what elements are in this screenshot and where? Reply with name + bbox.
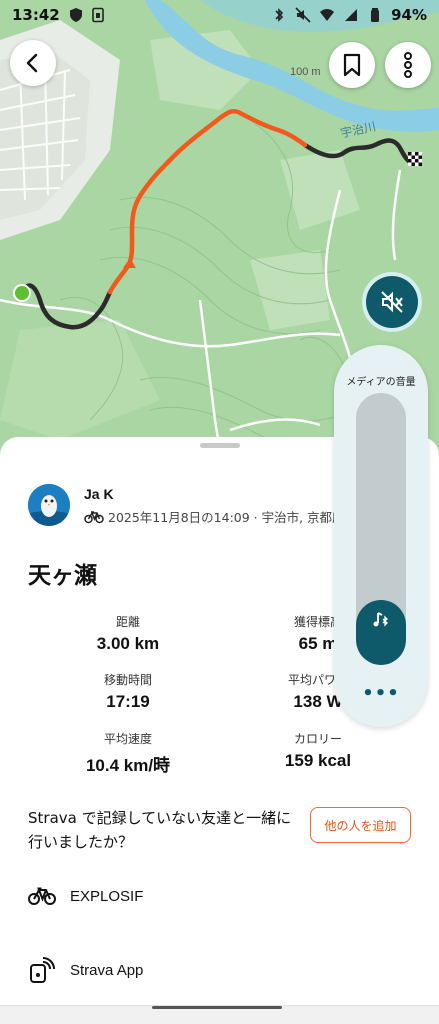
signal-icon <box>345 9 358 21</box>
stat-label: 平均速度 <box>103 732 152 746</box>
bookmark-button[interactable] <box>329 42 375 88</box>
speaker-muted-icon <box>381 291 403 313</box>
activity-title: 天ヶ瀬 <box>28 563 97 589</box>
device-row[interactable]: Strava App <box>28 955 143 985</box>
stat-label: カロリー <box>293 732 342 746</box>
athlete-name[interactable]: Ja K <box>84 486 114 502</box>
stat-value: 159 kcal <box>284 751 352 770</box>
companion-prompt: Strava で記録していない友達と一緒に行いましたか？ <box>28 809 292 851</box>
athlete-header[interactable]: Ja K 2025年11月8日の14:09 · 宇治市, 京都府 <box>28 484 348 528</box>
volume-panel-title: メディアの音量 <box>346 377 416 388</box>
stat-value: 10.4 km/時 <box>85 756 171 775</box>
bluetooth-icon <box>275 8 284 22</box>
stat-average-speed: 平均速度 10.4 km/時 <box>53 730 203 776</box>
stat-label: 移動時間 <box>103 673 152 687</box>
bookmark-icon <box>343 53 361 77</box>
contour-label: 100 m <box>290 66 321 78</box>
nav-indicator <box>152 1006 282 1009</box>
status-time: 13:42 <box>12 6 60 24</box>
gear-bike-row[interactable]: EXPLOSIF <box>28 881 143 911</box>
stat-calories: カロリー 159 kcal <box>243 730 393 771</box>
chevron-left-icon <box>26 53 38 73</box>
bicycle-icon <box>84 510 104 523</box>
back-button[interactable] <box>10 40 56 86</box>
stat-distance: 距離 3.00 km <box>53 613 203 654</box>
owl-avatar-icon <box>28 484 70 526</box>
activity-meta: 2025年11月8日の14:09 · 宇治市, 京都府 <box>84 507 345 526</box>
battery-level: 94% <box>391 6 427 24</box>
avatar[interactable] <box>28 484 70 526</box>
add-others-button[interactable]: 他の人を追加 <box>310 807 411 843</box>
music-bluetooth-icon <box>373 612 388 627</box>
device-name: Strava App <box>70 961 144 979</box>
phone-device-icon <box>30 957 55 983</box>
bike-name: EXPLOSIF <box>70 887 144 905</box>
more-options-button[interactable] <box>385 42 431 88</box>
activity-date-location: 2025年11月8日の14:09 · 宇治市, 京都府 <box>108 510 345 525</box>
stat-moving-time: 移動時間 17:19 <box>53 671 203 712</box>
media-volume-panel: メディアの音量 ••• <box>334 345 428 727</box>
shield-icon <box>69 8 82 22</box>
volume-slider[interactable] <box>356 393 406 665</box>
battery-icon <box>371 8 380 22</box>
stat-value: 3.00 km <box>96 634 160 653</box>
wifi-icon <box>320 9 335 21</box>
more-horizontal-icon[interactable]: ••• <box>334 683 428 704</box>
bottom-navigation <box>0 1005 439 1024</box>
mute-icon <box>295 7 311 23</box>
sim-card-icon <box>91 7 104 23</box>
more-vertical-icon <box>404 52 412 78</box>
volume-slider-handle[interactable] <box>356 610 406 630</box>
mute-toggle-button[interactable] <box>366 276 418 328</box>
stat-label: 距離 <box>115 615 140 629</box>
bicycle-icon <box>28 887 56 905</box>
status-bar: 13:42 94% <box>0 0 439 30</box>
stat-value: 17:19 <box>106 692 150 711</box>
sheet-drag-handle[interactable] <box>200 443 240 448</box>
